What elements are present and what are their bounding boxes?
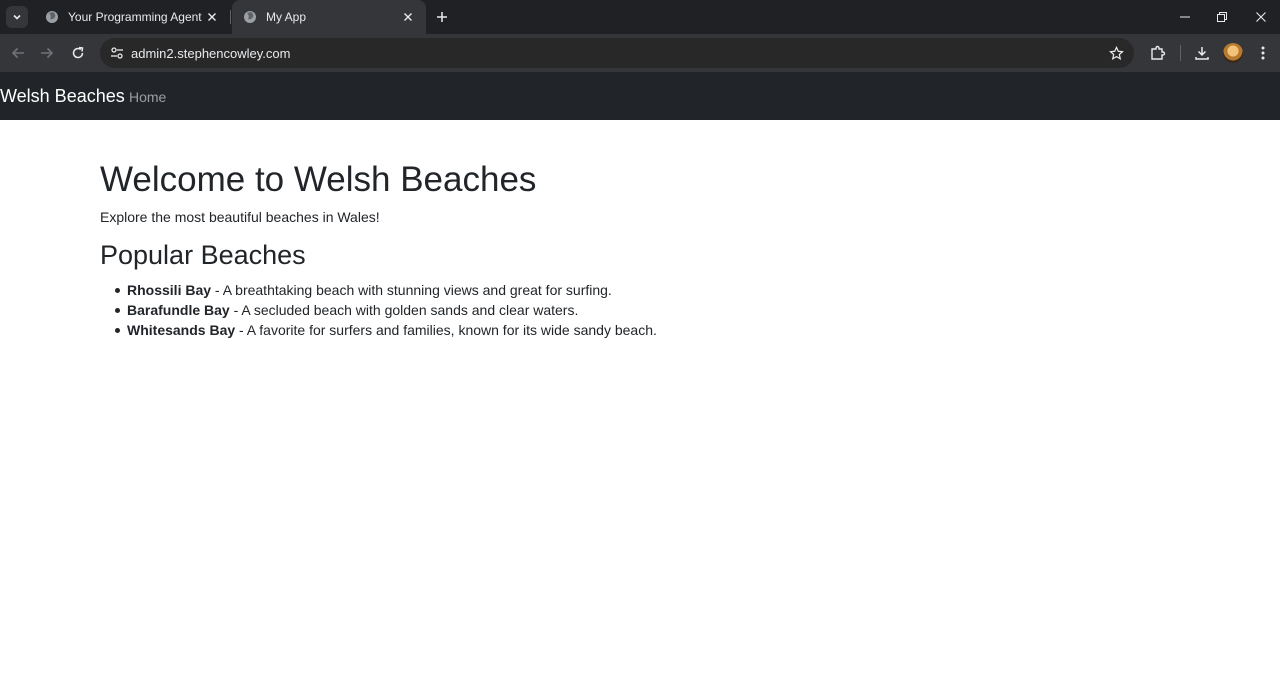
restore-button[interactable] <box>1203 0 1241 34</box>
close-icon <box>1256 12 1266 22</box>
tab-title: Your Programming Agent <box>68 10 202 24</box>
nav-link-home[interactable]: Home <box>129 89 166 105</box>
beach-name: Barafundle Bay <box>127 302 230 318</box>
tune-icon[interactable] <box>106 42 128 64</box>
globe-icon <box>44 9 60 25</box>
toolbar-divider <box>1180 45 1181 61</box>
beach-name: Whitesands Bay <box>127 322 236 338</box>
forward-button[interactable] <box>32 38 62 68</box>
page-title: Welcome to Welsh Beaches <box>100 160 537 199</box>
restore-icon <box>1217 12 1227 22</box>
avatar[interactable] <box>1223 43 1243 63</box>
tab-my-app[interactable]: My App <box>232 0 426 34</box>
tab-strip: Your Programming Agent My App <box>0 0 1280 34</box>
close-icon[interactable] <box>204 9 220 25</box>
section-title: Popular Beaches <box>100 240 306 270</box>
beach-description: - A breathtaking beach with stunning vie… <box>211 282 612 298</box>
navbar-brand[interactable]: Welsh Beaches <box>0 86 125 107</box>
beach-name: Rhossili Bay <box>127 282 212 298</box>
beach-list: Rhossili Bay - A breathtaking beach with… <box>100 280 657 340</box>
minimize-icon <box>1180 16 1190 18</box>
minimize-button[interactable] <box>1166 0 1204 34</box>
close-icon[interactable] <box>400 9 416 25</box>
browser-toolbar: admin2.stephencowley.com <box>0 34 1280 72</box>
back-button[interactable] <box>3 38 33 68</box>
tab-separator <box>230 10 231 24</box>
beach-description: - A favorite for surfers and families, k… <box>235 322 657 338</box>
lead-text: Explore the most beautiful beaches in Wa… <box>100 209 380 225</box>
tab-title: My App <box>266 10 307 24</box>
beach-description: - A secluded beach with golden sands and… <box>229 302 579 318</box>
app-navbar: Welsh Beaches Home <box>0 72 1280 120</box>
close-window-button[interactable] <box>1242 0 1280 34</box>
download-icon[interactable] <box>1191 42 1213 64</box>
reload-button[interactable] <box>63 38 93 68</box>
tab-search-button[interactable] <box>6 6 28 28</box>
globe-icon <box>242 9 258 25</box>
reload-icon <box>72 46 84 59</box>
plus-icon <box>437 12 447 22</box>
puzzle-icon[interactable] <box>1147 42 1169 64</box>
kebab-menu-icon[interactable] <box>1252 42 1274 64</box>
list-item: Whitesands Bay - A favorite for surfers … <box>100 320 657 340</box>
address-url[interactable]: admin2.stephencowley.com <box>131 46 290 61</box>
list-item: Barafundle Bay - A secluded beach with g… <box>100 300 657 320</box>
chevron-down-icon <box>13 14 21 20</box>
tab-your-programming-agent[interactable]: Your Programming Agent <box>34 0 230 34</box>
arrow-left-icon <box>11 47 24 59</box>
list-item: Rhossili Bay - A breathtaking beach with… <box>100 280 657 300</box>
new-tab-button[interactable] <box>432 7 452 27</box>
star-icon[interactable] <box>1106 43 1126 63</box>
arrow-right-icon <box>41 47 54 59</box>
address-bar[interactable]: admin2.stephencowley.com <box>100 38 1134 68</box>
